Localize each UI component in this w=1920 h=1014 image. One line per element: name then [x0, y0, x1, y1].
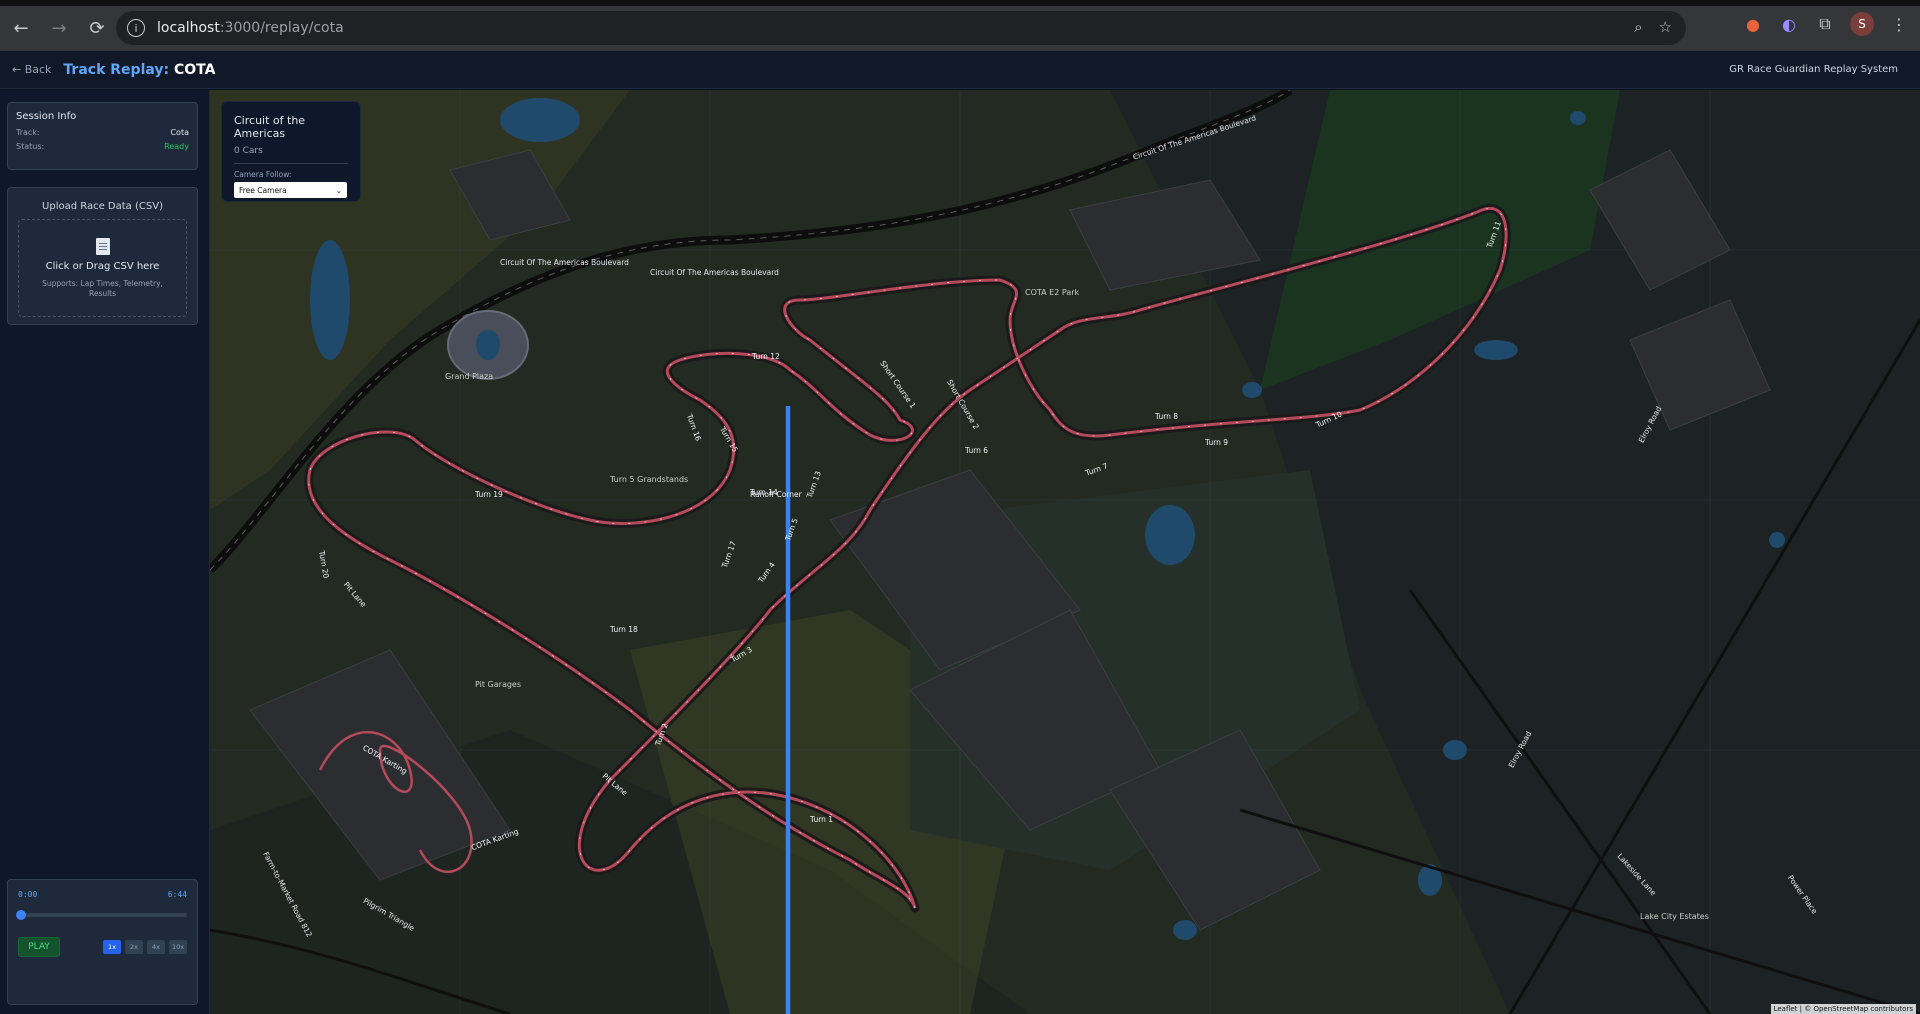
- grand-plaza-label: Grand Plaza: [445, 372, 494, 381]
- camera-follow-select[interactable]: Free Camera ⌄: [234, 182, 347, 198]
- turn-1-label: Turn 1: [810, 815, 834, 824]
- file-icon: [95, 238, 110, 255]
- circuit-overlay-panel: Circuit of the Americas 0 Cars Camera Fo…: [221, 101, 361, 202]
- current-time: 0:00: [18, 890, 38, 899]
- site-info-icon[interactable]: i: [127, 19, 145, 37]
- csv-dropzone[interactable]: Click or Drag CSV here Supports: Lap Tim…: [18, 219, 187, 317]
- runoff-corner-label: Runoff Corner: [750, 490, 802, 499]
- url-text: localhost:3000/replay/cota: [157, 20, 344, 36]
- browser-toolbar: ← → ⟳ i localhost:3000/replay/cota ⌕ ☆ ●…: [0, 6, 1920, 51]
- status-value: Ready: [164, 142, 189, 151]
- chevron-down-icon: ⌄: [335, 185, 342, 195]
- lake-city-label: Lake City Estates: [1640, 912, 1709, 921]
- total-time: 6:44: [167, 890, 187, 899]
- turn-6-label: Turn 6: [965, 446, 989, 455]
- speed-10x-button[interactable]: 10x: [169, 940, 187, 954]
- extension-ghost-icon[interactable]: ◐: [1778, 13, 1800, 35]
- playback-panel: 0:00 6:44 PLAY 1x 2x 4x 10x: [7, 879, 198, 1005]
- map-attribution[interactable]: Leaflet | © OpenStreetMap contributors: [1770, 1004, 1916, 1014]
- turn-18-label: Turn 18: [610, 625, 638, 634]
- extensions-puzzle-icon[interactable]: ⧉: [1814, 13, 1836, 35]
- camera-follow-label: Camera Follow:: [234, 170, 292, 179]
- pit-garages-label: Pit Garages: [475, 680, 522, 689]
- reload-icon[interactable]: ⟳: [80, 12, 114, 46]
- cota-park-label: COTA E2 Park: [1025, 288, 1080, 297]
- upload-title: Upload Race Data (CSV): [42, 201, 163, 212]
- session-info-panel: Session Info Track: Cota Status: Ready: [7, 102, 198, 170]
- timeline-slider[interactable]: [16, 910, 187, 920]
- dropzone-supports: Supports: Lap Times, Telemetry, Results: [42, 279, 163, 298]
- system-name: GR Race Guardian Replay System: [1729, 64, 1898, 75]
- upload-panel: Upload Race Data (CSV) Click or Drag CSV…: [7, 187, 198, 325]
- map-tiles: [210, 90, 1920, 1014]
- back-arrow-icon[interactable]: ←: [4, 12, 38, 46]
- track-map[interactable]: Grand Plaza Turn 5 Grandstands Pit Garag…: [210, 90, 1920, 1014]
- zoom-icon[interactable]: ⌕: [1634, 18, 1642, 36]
- dropzone-text: Click or Drag CSV here: [45, 261, 160, 272]
- turn-9-label: Turn 9: [1205, 438, 1229, 447]
- sidebar: Session Info Track: Cota Status: Ready Upl…: [0, 90, 210, 1014]
- boulevard-label-2: Circuit Of The Americas Boulevard: [650, 268, 779, 277]
- extension-fox-icon[interactable]: ●: [1742, 13, 1764, 35]
- play-button[interactable]: PLAY: [18, 937, 60, 957]
- status-label: Status:: [16, 142, 45, 151]
- turn-19-label: Turn 19: [475, 490, 503, 499]
- grandstands-label: Turn 5 Grandstands: [610, 475, 689, 484]
- boulevard-label: Circuit Of The Americas Boulevard: [500, 258, 629, 267]
- timeline-thumb[interactable]: [16, 910, 26, 920]
- forward-arrow-icon[interactable]: →: [42, 12, 76, 46]
- address-bar[interactable]: i localhost:3000/replay/cota ⌕ ☆: [116, 11, 1686, 45]
- turn-8-label: Turn 8: [1155, 412, 1179, 421]
- track-value: Cota: [170, 128, 189, 137]
- track-label: Track:: [16, 128, 40, 137]
- turn-12-label: Turn 12: [752, 352, 780, 361]
- back-link[interactable]: ← Back: [12, 63, 51, 76]
- menu-kebab-icon[interactable]: ⋮: [1888, 13, 1910, 35]
- speed-1x-button[interactable]: 1x: [103, 940, 121, 954]
- page-title: Track Replay: COTA: [63, 61, 216, 78]
- profile-avatar[interactable]: S: [1850, 12, 1874, 36]
- speed-2x-button[interactable]: 2x: [125, 940, 143, 954]
- bookmark-star-icon[interactable]: ☆: [1659, 18, 1672, 36]
- camera-follow-value: Free Camera: [239, 185, 287, 195]
- session-info-title: Session Info: [16, 111, 77, 122]
- app-header: ← Back Track Replay: COTA GR Race Guardi…: [0, 51, 1920, 89]
- circuit-name: Circuit of the Americas: [234, 114, 306, 140]
- speed-4x-button[interactable]: 4x: [147, 940, 165, 954]
- car-count: 0 Cars: [234, 146, 348, 164]
